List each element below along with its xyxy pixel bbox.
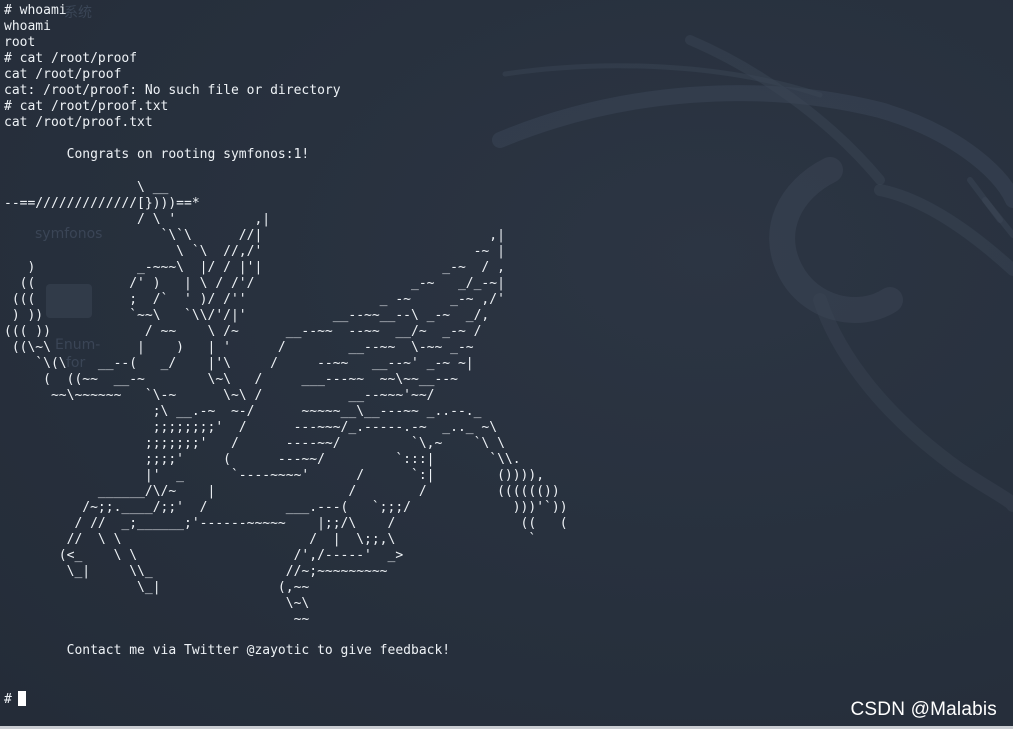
terminal-prompt[interactable]: #	[4, 691, 26, 708]
terminal-cursor	[17, 691, 26, 706]
terminal-line-output-root: root	[4, 35, 36, 50]
terminal-line-echo-cat-proof-txt: cat /root/proof.txt	[4, 115, 153, 130]
terminal-line-command-cat-proof: # cat /root/proof	[4, 51, 138, 66]
desktop-background: 系统 symfonos Enum- for # whoami whoami ro…	[0, 0, 1013, 729]
prompt-symbol: #	[4, 692, 12, 707]
terminal-line-command-whoami: # whoami	[4, 3, 67, 18]
terminal-line-command-cat-proof-txt: # cat /root/proof.txt	[4, 99, 169, 114]
terminal-line-contact-message: Contact me via Twitter @zayotic to give …	[4, 643, 451, 658]
terminal-line-echo-cat-proof: cat /root/proof	[4, 67, 122, 82]
pegasus-ascii-art: \ __ --==/////////////[})))==* / \ ' ,| …	[4, 180, 568, 627]
csdn-watermark: CSDN @Malabis	[850, 699, 997, 720]
terminal-line-echo-whoami: whoami	[4, 19, 51, 34]
terminal-line-error-message: cat: /root/proof: No such file or direct…	[4, 83, 341, 98]
terminal-line-congrats-message: Congrats on rooting symfonos:1!	[4, 147, 310, 162]
terminal-window[interactable]: # whoami whoami root # cat /root/proof c…	[0, 0, 1013, 729]
